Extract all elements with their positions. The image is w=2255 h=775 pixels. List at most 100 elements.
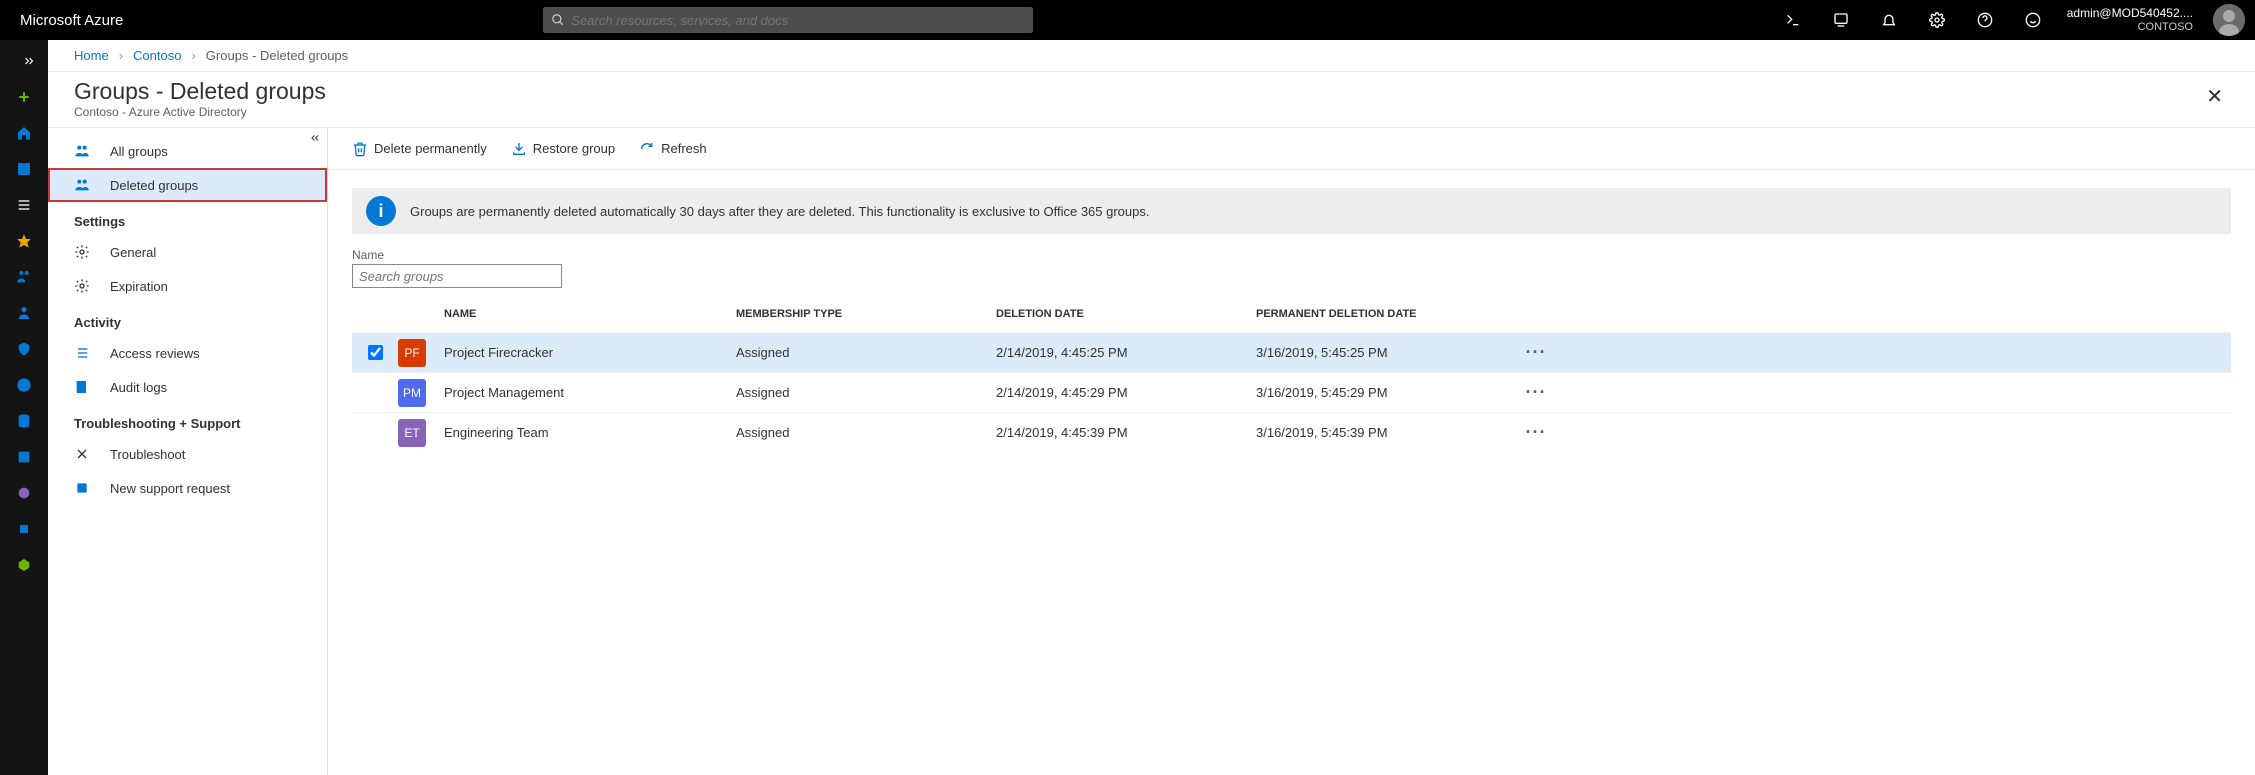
row-permanent: 3/16/2019, 5:45:29 PM	[1256, 385, 1516, 400]
rail-azure-ad-icon[interactable]	[0, 260, 48, 294]
filter: Name	[328, 244, 2255, 296]
rail-favorites-icon[interactable]	[0, 224, 48, 258]
cloud-shell-icon[interactable]	[1769, 0, 1817, 40]
nav-access-reviews[interactable]: Access reviews	[48, 336, 327, 370]
feedback-icon[interactable]	[2009, 0, 2057, 40]
row-name: Project Management	[444, 385, 736, 400]
rail-dashboards-icon[interactable]	[0, 152, 48, 186]
nav-label: Expiration	[110, 279, 168, 294]
toolbar-label: Refresh	[661, 141, 707, 156]
rail-storage-icon[interactable]	[0, 440, 48, 474]
account-user: admin@MOD540452....	[2067, 7, 2193, 20]
content: Delete permanently Restore group Refresh…	[328, 128, 2255, 775]
search-box[interactable]	[543, 7, 1033, 33]
col-deletion[interactable]: DELETION DATE	[996, 308, 1256, 320]
account-org: CONTOSO	[2067, 21, 2193, 33]
page-subtitle: Contoso - Azure Active Directory	[74, 105, 326, 119]
rail-compute-icon[interactable]	[0, 476, 48, 510]
page-title: Groups - Deleted groups	[74, 78, 326, 105]
nav-label: Access reviews	[110, 346, 200, 361]
row-membership: Assigned	[736, 425, 996, 440]
row-membership: Assigned	[736, 385, 996, 400]
row-deletion: 2/14/2019, 4:45:29 PM	[996, 385, 1256, 400]
row-more-icon[interactable]: ···	[1516, 422, 1556, 443]
search-input[interactable]	[571, 13, 1025, 28]
search-icon	[551, 13, 571, 27]
row-avatar: PM	[398, 379, 444, 407]
nav-new-support-request[interactable]: New support request	[48, 471, 327, 505]
table-row[interactable]: PMProject ManagementAssigned2/14/2019, 4…	[352, 372, 2231, 412]
rail-network-icon[interactable]	[0, 512, 48, 546]
nav-section-settings: Settings	[48, 202, 327, 235]
rail-expand-icon[interactable]	[0, 44, 48, 78]
rail-sql-icon[interactable]	[0, 404, 48, 438]
toolbar-label: Restore group	[533, 141, 615, 156]
gear-icon	[74, 278, 100, 294]
groups-icon	[74, 177, 100, 193]
settings-icon[interactable]	[1913, 0, 1961, 40]
row-name: Project Firecracker	[444, 345, 736, 360]
nav-audit-logs[interactable]: Audit logs	[48, 370, 327, 404]
info-banner: i Groups are permanently deleted automat…	[352, 188, 2231, 234]
row-membership: Assigned	[736, 345, 996, 360]
breadcrumbs: Home › Contoso › Groups - Deleted groups	[48, 40, 2255, 72]
nav-label: Audit logs	[110, 380, 167, 395]
nav-expiration[interactable]: Expiration	[48, 269, 327, 303]
notifications-icon[interactable]	[1865, 0, 1913, 40]
table-row[interactable]: PFProject FirecrackerAssigned2/14/2019, …	[352, 332, 2231, 372]
filter-label: Name	[352, 248, 2231, 262]
info-message: Groups are permanently deleted automatic…	[410, 204, 1149, 219]
topbar: Microsoft Azure admin@MOD540452.... CONT…	[0, 0, 2255, 40]
breadcrumb-home[interactable]: Home	[74, 48, 109, 63]
workspace: Home › Contoso › Groups - Deleted groups…	[48, 40, 2255, 775]
collapse-toggle-icon[interactable]	[309, 132, 321, 147]
row-checkbox[interactable]	[352, 345, 398, 360]
avatar[interactable]	[2213, 4, 2245, 36]
delete-permanently-button[interactable]: Delete permanently	[352, 141, 487, 157]
tools-icon	[74, 446, 100, 462]
nav-section-activity: Activity	[48, 303, 327, 336]
groups-table: NAME MEMBERSHIP TYPE DELETION DATE PERMA…	[328, 296, 2255, 452]
col-name[interactable]: NAME	[444, 308, 736, 320]
nav-label: Deleted groups	[110, 178, 198, 193]
rail-home-icon[interactable]	[0, 116, 48, 150]
filter-input[interactable]	[352, 264, 562, 288]
breadcrumb-sep: ›	[191, 48, 195, 63]
rail-user-icon[interactable]	[0, 296, 48, 330]
nav-all-groups[interactable]: All groups	[48, 134, 327, 168]
topbar-icons: admin@MOD540452.... CONTOSO	[1769, 0, 2255, 40]
rail-create-icon[interactable]	[0, 80, 48, 114]
account-info[interactable]: admin@MOD540452.... CONTOSO	[2057, 7, 2203, 32]
col-membership[interactable]: MEMBERSHIP TYPE	[736, 308, 996, 320]
refresh-button[interactable]: Refresh	[639, 141, 707, 157]
help-icon[interactable]	[1961, 0, 2009, 40]
toolbar: Delete permanently Restore group Refresh	[328, 128, 2255, 170]
row-more-icon[interactable]: ···	[1516, 342, 1556, 363]
left-nav: All groups Deleted groups Settings Gener…	[48, 128, 328, 775]
col-permanent[interactable]: PERMANENT DELETION DATE	[1256, 308, 1516, 320]
restore-group-button[interactable]: Restore group	[511, 141, 615, 157]
brand: Microsoft Azure	[0, 12, 143, 29]
filter-icon[interactable]	[1817, 0, 1865, 40]
row-more-icon[interactable]: ···	[1516, 382, 1556, 403]
nav-label: All groups	[110, 144, 168, 159]
nav-label: Troubleshoot	[110, 447, 185, 462]
rail-devops-icon[interactable]	[0, 548, 48, 582]
list-icon	[74, 345, 100, 361]
rail-resource-icon[interactable]	[0, 332, 48, 366]
nav-deleted-groups[interactable]: Deleted groups	[48, 168, 327, 202]
close-blade-icon[interactable]: ✕	[2200, 78, 2229, 115]
row-avatar: PF	[398, 339, 444, 367]
row-permanent: 3/16/2019, 5:45:25 PM	[1256, 345, 1516, 360]
logs-icon	[74, 379, 100, 395]
breadcrumb-tenant[interactable]: Contoso	[133, 48, 181, 63]
groups-icon	[74, 143, 100, 159]
nav-general[interactable]: General	[48, 235, 327, 269]
table-row[interactable]: ETEngineering TeamAssigned2/14/2019, 4:4…	[352, 412, 2231, 452]
gear-icon	[74, 244, 100, 260]
rail-globe-icon[interactable]	[0, 368, 48, 402]
row-name: Engineering Team	[444, 425, 736, 440]
nav-troubleshoot[interactable]: Troubleshoot	[48, 437, 327, 471]
row-avatar: ET	[398, 419, 444, 447]
rail-all-services-icon[interactable]	[0, 188, 48, 222]
